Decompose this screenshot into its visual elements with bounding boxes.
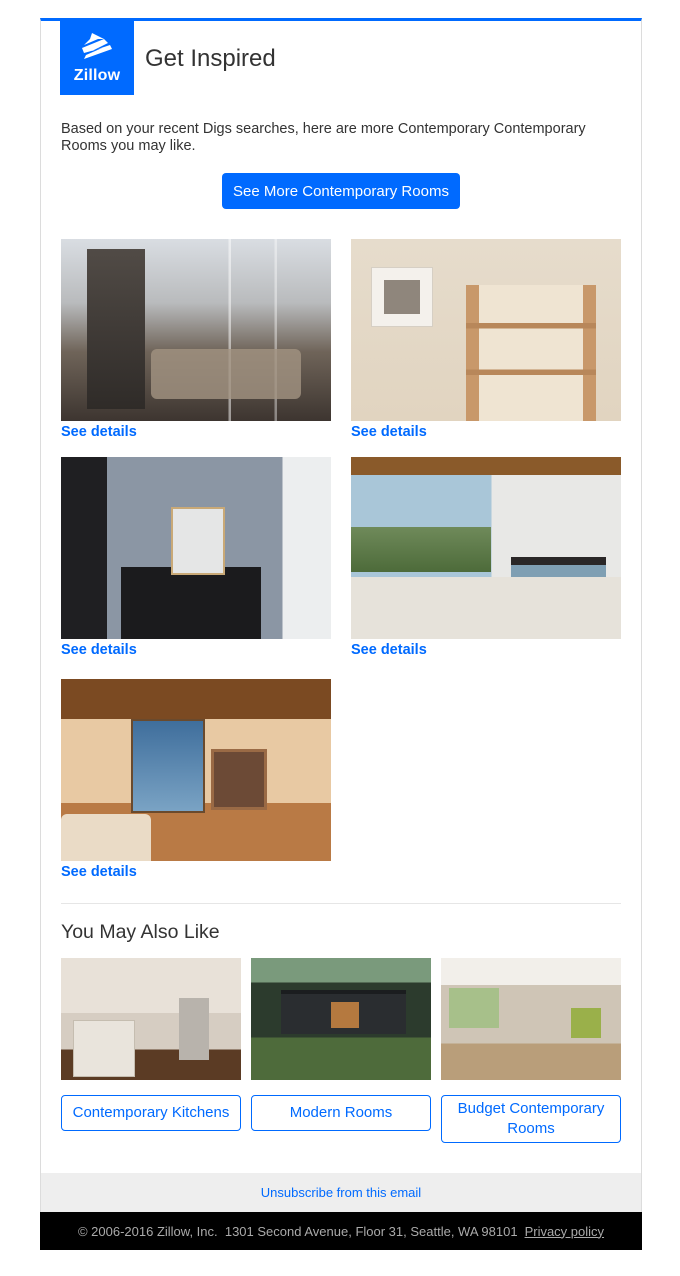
zillow-house-icon [82,33,112,59]
copyright-text: © 2006-2016 Zillow, Inc. 1301 Second Ave… [77,1223,518,1239]
budget-contemporary-rooms-button[interactable]: Budget Contemporary Rooms [441,1095,621,1143]
email-container: Zillow Get Inspired Based on your recent… [40,18,642,1250]
see-details-link[interactable]: See details [61,642,331,658]
room-photo[interactable] [61,457,331,639]
page-title: Get Inspired [145,45,276,72]
unsubscribe-bar: Unsubscribe from this email [41,1173,641,1212]
see-details-link[interactable]: See details [351,424,621,440]
room-photo[interactable] [351,457,621,639]
modern-rooms-button[interactable]: Modern Rooms [251,1095,431,1131]
gallery-card: See details [61,457,331,658]
contemporary-kitchens-button[interactable]: Contemporary Kitchens [61,1095,241,1131]
also-like-photo[interactable] [251,958,431,1080]
unsubscribe-link[interactable]: Unsubscribe from this email [261,1185,421,1200]
privacy-policy-link[interactable]: Privacy policy [525,1224,604,1239]
gallery-card: See details [61,239,331,440]
see-more-button[interactable]: See More Contemporary Rooms [222,173,460,209]
intro-text: Based on your recent Digs searches, here… [61,121,586,154]
footer: © 2006-2016 Zillow, Inc. 1301 Second Ave… [40,1212,642,1250]
also-like-photo[interactable] [441,958,621,1080]
zillow-logo[interactable]: Zillow [60,21,134,95]
also-like-photo[interactable] [61,958,241,1080]
gallery-card: See details [351,239,621,440]
room-photo[interactable] [351,239,621,421]
bed-shape [511,557,606,595]
see-details-link[interactable]: See details [351,642,621,658]
gallery-card: See details [61,679,331,880]
see-details-link[interactable]: See details [61,424,331,440]
section-divider [61,903,621,904]
room-photo[interactable] [61,239,331,421]
room-photo[interactable] [61,679,331,861]
also-like-heading: You May Also Like [61,921,220,943]
logo-wordmark: Zillow [73,67,121,84]
gallery-card: See details [351,457,621,658]
see-details-link[interactable]: See details [61,864,331,880]
sofa-shape [61,814,151,861]
